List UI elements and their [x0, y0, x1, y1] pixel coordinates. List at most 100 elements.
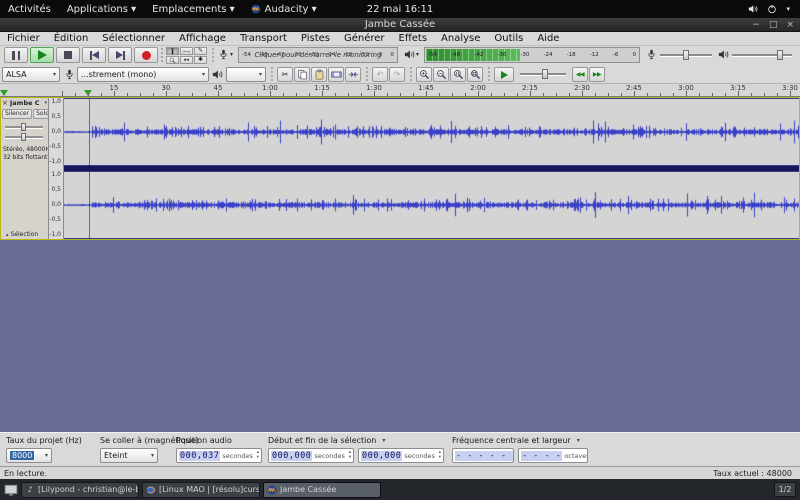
- play-meter-dropdown[interactable]: ▾: [416, 51, 419, 58]
- track-collapse-button[interactable]: ▴Sélection: [3, 231, 38, 238]
- skip-to-start-button[interactable]: [82, 47, 106, 63]
- timeline-ruler[interactable]: 1530451:001:151:301:452:002:152:302:453:…: [0, 84, 800, 97]
- record-meter[interactable]: -54-48-42-36-30-24-18-12-60 Cliquer pour…: [238, 47, 398, 63]
- menu-fichier[interactable]: Fichier: [0, 33, 47, 44]
- spin-arrows[interactable]: ▴▾: [257, 451, 259, 460]
- record-meter-mic-icon[interactable]: [218, 49, 229, 60]
- ruler-tick: [335, 93, 336, 96]
- play-meter-speaker-icon[interactable]: [404, 49, 415, 60]
- menu-effets[interactable]: Effets: [392, 33, 435, 44]
- waveform-channel-left[interactable]: [64, 98, 799, 166]
- waveform-area[interactable]: [64, 98, 799, 239]
- timeshift-tool-button[interactable]: ↔: [180, 56, 193, 64]
- track-close-button[interactable]: ×: [2, 100, 8, 106]
- activities-button[interactable]: Activités: [8, 4, 51, 15]
- play-button[interactable]: [30, 47, 54, 63]
- slider-thumb[interactable]: [21, 133, 26, 141]
- multi-tool-button[interactable]: ✱: [194, 56, 207, 64]
- frequency-label[interactable]: Fréquence centrale et largeur▾: [452, 436, 580, 445]
- chevron-down-icon[interactable]: ▾: [786, 5, 790, 13]
- selection-start-field[interactable]: 000,000 secondes ▴▾: [268, 448, 354, 463]
- places-menu[interactable]: Emplacements ▾: [152, 4, 235, 15]
- input-volume-slider[interactable]: [660, 50, 712, 60]
- waveform-channel-right[interactable]: [64, 171, 799, 239]
- zoom-tool-button[interactable]: [166, 56, 179, 64]
- window-title-bar[interactable]: Jambe Cassée − □ ×: [0, 18, 800, 32]
- slider-thumb[interactable]: [21, 123, 26, 131]
- vertical-scale-ruler[interactable]: 1,00,50,0-0,5-1,01,00,50,0-0,5-1,0: [49, 98, 64, 239]
- seek-back-button[interactable]: ◀◀: [572, 67, 588, 82]
- skip-to-end-button[interactable]: [108, 47, 132, 63]
- output-volume-slider[interactable]: [732, 50, 792, 60]
- pause-button[interactable]: [4, 47, 28, 63]
- solo-button[interactable]: Solo: [33, 109, 49, 119]
- redo-button[interactable]: ↷: [389, 67, 405, 82]
- spin-arrows[interactable]: ▴▾: [349, 451, 351, 460]
- audio-track[interactable]: × Jambe Cas ▾ Silencer Solo Stéréo, 4800…: [0, 97, 800, 240]
- stop-button[interactable]: [56, 47, 80, 63]
- taskbar-window[interactable]: [Linux MAO | [résolu]curseur figé ...: [142, 482, 260, 498]
- play-at-speed-button[interactable]: [494, 67, 514, 82]
- slider-thumb[interactable]: [683, 50, 689, 60]
- power-status-icon[interactable]: [767, 4, 777, 14]
- menu-pistes[interactable]: Pistes: [294, 33, 337, 44]
- maximize-button[interactable]: □: [769, 20, 778, 30]
- selection-tool-button[interactable]: I: [166, 47, 179, 55]
- slider-thumb[interactable]: [542, 69, 548, 79]
- snap-select[interactable]: Éteint▾: [100, 448, 158, 463]
- menu-outils[interactable]: Outils: [487, 33, 530, 44]
- zoom-in-button[interactable]: [416, 67, 432, 82]
- record-meter-dropdown[interactable]: ▾: [230, 51, 233, 58]
- zoom-out-button[interactable]: [433, 67, 449, 82]
- mute-button[interactable]: Silencer: [2, 109, 32, 119]
- cut-button[interactable]: ✂: [277, 67, 293, 82]
- menu-transport[interactable]: Transport: [233, 33, 294, 44]
- copy-button[interactable]: [294, 67, 310, 82]
- selection-end-field[interactable]: 000,000 secondes ▴▾: [358, 448, 444, 463]
- spin-arrows[interactable]: ▴▾: [439, 451, 441, 460]
- audacity-app-menu[interactable]: Audacity ▾: [251, 4, 317, 15]
- taskbar-window[interactable]: ♪[Lilypond - christian@le-bars.net ...: [21, 482, 139, 498]
- bandwidth-field[interactable]: - - - - octaves: [518, 448, 588, 463]
- menu-generer[interactable]: Générer: [337, 33, 392, 44]
- pan-slider[interactable]: [5, 133, 43, 141]
- gain-slider[interactable]: [5, 123, 43, 131]
- paste-button[interactable]: [311, 67, 327, 82]
- playback-meter[interactable]: -54-48-42-36-30-24-18-12-60: [424, 47, 640, 63]
- menu-selectionner[interactable]: Sélectionner: [95, 33, 172, 44]
- seek-forward-button[interactable]: ▶▶: [589, 67, 605, 82]
- taskbar-window-active[interactable]: Jambe Cassée: [263, 482, 381, 498]
- zoom-selection-button[interactable]: [450, 67, 466, 82]
- audio-position-field[interactable]: 000,037 secondes ▴▾: [176, 448, 262, 463]
- play-start-marker[interactable]: [0, 90, 8, 96]
- draw-tool-button[interactable]: ✎: [194, 47, 207, 55]
- paste-icon: [314, 69, 325, 80]
- menu-edition[interactable]: Édition: [47, 33, 96, 44]
- track-name[interactable]: Jambe Cas: [10, 99, 40, 107]
- close-button[interactable]: ×: [786, 20, 794, 30]
- applications-menu[interactable]: Applications ▾: [67, 4, 136, 15]
- input-device-select[interactable]: ...strement (mono)▾: [77, 67, 209, 82]
- menu-aide[interactable]: Aide: [530, 33, 566, 44]
- menu-affichage[interactable]: Affichage: [172, 33, 233, 44]
- envelope-tool-button[interactable]: [180, 47, 193, 55]
- minimize-button[interactable]: −: [752, 20, 760, 30]
- workspace-pager[interactable]: 1/2: [774, 482, 796, 497]
- slider-thumb[interactable]: [777, 50, 783, 60]
- audio-host-select[interactable]: ALSA▾: [2, 67, 60, 82]
- show-desktop-button[interactable]: [4, 483, 18, 497]
- project-rate-select[interactable]: 8000▾: [6, 448, 52, 463]
- menu-analyse[interactable]: Analyse: [434, 33, 487, 44]
- output-device-select[interactable]: ▾: [226, 67, 266, 82]
- selection-range-label[interactable]: Début et fin de la sélection▾: [268, 436, 385, 445]
- play-speed-slider[interactable]: [520, 69, 566, 79]
- undo-button[interactable]: ↶: [372, 67, 388, 82]
- trim-button[interactable]: [328, 67, 344, 82]
- zoom-fit-button[interactable]: [467, 67, 483, 82]
- clock[interactable]: 22 mai 16:11: [367, 0, 434, 18]
- frequency-field[interactable]: - - - - - - Hz: [452, 448, 514, 463]
- record-button[interactable]: [134, 47, 158, 63]
- silence-button[interactable]: [345, 67, 361, 82]
- volume-status-icon[interactable]: [748, 4, 758, 14]
- track-menu-chevron-icon[interactable]: ▾: [41, 100, 47, 106]
